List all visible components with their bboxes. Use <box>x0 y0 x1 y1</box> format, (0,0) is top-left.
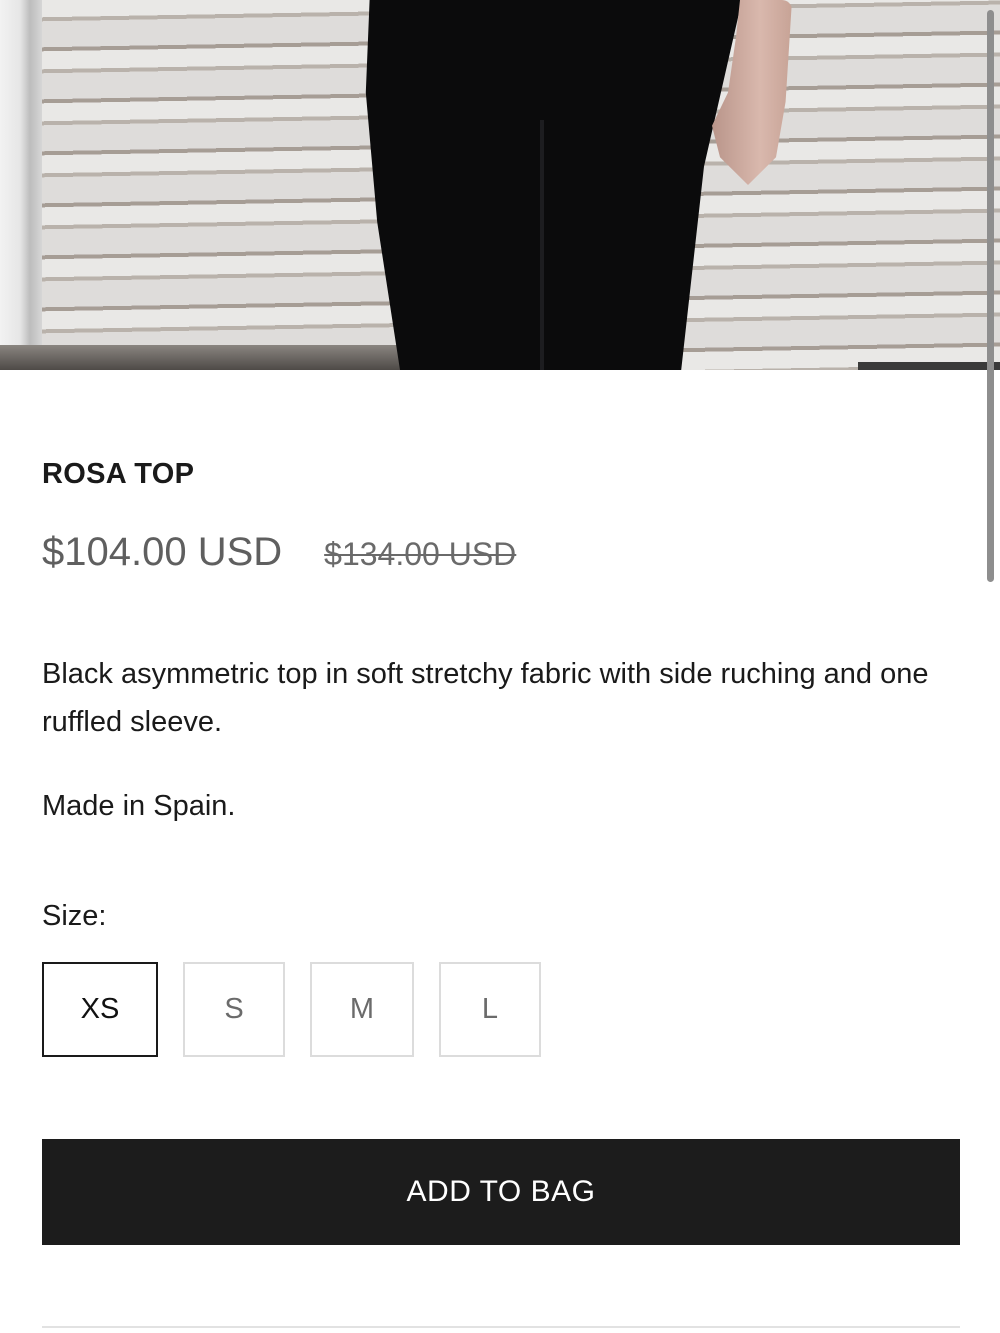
product-page: ROSA TOP $104.00 USD $134.00 USD Black a… <box>0 0 1000 1333</box>
size-option-xs[interactable]: XS <box>42 962 158 1057</box>
product-origin: Made in Spain. <box>42 790 236 822</box>
add-to-bag-button[interactable]: ADD TO BAG <box>42 1139 960 1245</box>
section-divider <box>42 1326 960 1328</box>
size-option-l[interactable]: L <box>439 962 541 1057</box>
size-option-s[interactable]: S <box>183 962 285 1057</box>
image-slide-indicator[interactable] <box>858 362 1000 370</box>
product-image[interactable] <box>0 0 1000 370</box>
original-price: $134.00 USD <box>324 536 517 572</box>
sale-price: $104.00 USD <box>42 530 283 574</box>
product-title: ROSA TOP <box>42 458 195 490</box>
size-label: Size: <box>42 900 107 932</box>
shutter-base <box>0 345 420 370</box>
product-description: Black asymmetric top in soft stretchy fa… <box>42 658 929 738</box>
shutter-frame <box>0 0 42 370</box>
price-row: $104.00 USD $134.00 USD <box>42 530 516 575</box>
size-option-m[interactable]: M <box>310 962 414 1057</box>
model-figure-shadow <box>540 120 544 370</box>
model-figure <box>365 0 742 370</box>
page-scrollbar[interactable] <box>987 10 994 582</box>
